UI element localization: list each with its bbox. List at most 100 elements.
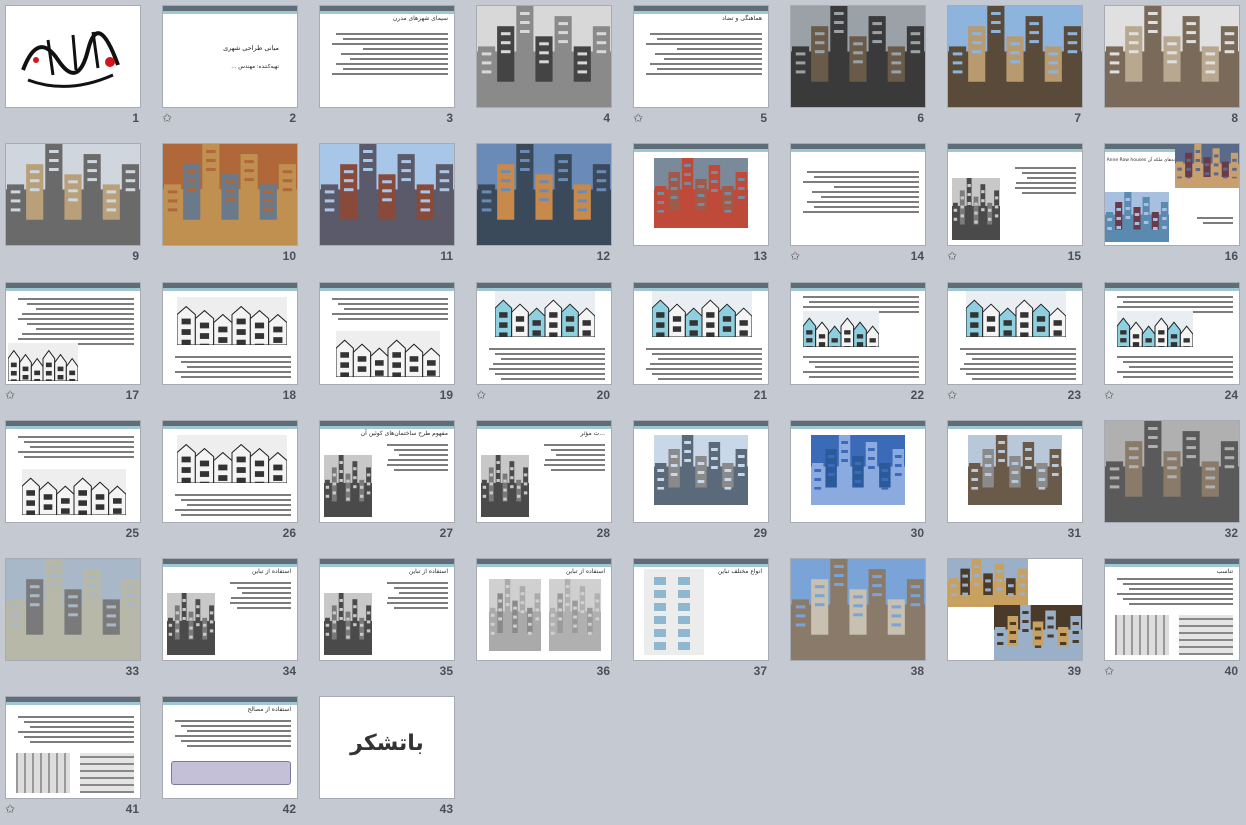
slide-preview[interactable] [162, 420, 298, 523]
slide-thumbnail-30[interactable]: 30 [790, 420, 926, 543]
slide-thumbnail-43[interactable]: باتشکر 43 [319, 696, 455, 819]
slide-thumbnail-13[interactable]: 13 [633, 143, 769, 266]
slide-thumbnail-25[interactable]: 25 [5, 420, 141, 543]
slide-preview[interactable] [476, 143, 612, 246]
slide-preview[interactable]: استفاده از تباین [476, 558, 612, 661]
slide-thumbnail-31[interactable]: 31 [947, 420, 1083, 543]
slide-preview[interactable] [476, 282, 612, 385]
slide-thumbnail-29[interactable]: 29 [633, 420, 769, 543]
slide-preview[interactable]: انواع مختلف تباین [633, 558, 769, 661]
slide-thumbnail-20[interactable]: ✩ 20 [476, 282, 612, 405]
slide-thumbnail-36[interactable]: استفاده از تباین 36 [476, 558, 612, 681]
slide-preview[interactable] [1104, 5, 1240, 108]
slide-title: سیمای شهرهای مدرن [392, 15, 448, 22]
slide-preview[interactable] [947, 558, 1083, 661]
slide-thumbnail-24[interactable]: ✩ 24 [1104, 282, 1240, 405]
slide-preview[interactable]: ...ت مؤثر [476, 420, 612, 523]
slide-thumbnail-35[interactable]: استفاده از تباین 35 [319, 558, 455, 681]
slide-transition-icon[interactable]: ✩ [476, 389, 486, 401]
slide-thumbnail-39[interactable]: 39 [947, 558, 1083, 681]
slide-preview[interactable] [1104, 282, 1240, 385]
slide-preview[interactable] [790, 282, 926, 385]
slide-preview[interactable] [633, 282, 769, 385]
slide-transition-icon[interactable]: ✩ [790, 250, 800, 262]
slide-thumbnail-7[interactable]: 7 [947, 5, 1083, 128]
slide-thumbnail-26[interactable]: 26 [162, 420, 298, 543]
slide-thumbnail-1[interactable]: 1 [5, 5, 141, 128]
slide-preview[interactable] [5, 696, 141, 799]
slide-transition-icon[interactable]: ✩ [5, 389, 15, 401]
slide-preview[interactable] [947, 5, 1083, 108]
slide-transition-icon[interactable]: ✩ [947, 389, 957, 401]
slide-transition-icon[interactable]: ✩ [1104, 389, 1114, 401]
slide-preview[interactable] [162, 143, 298, 246]
slide-number: 16 [1224, 249, 1238, 263]
slide-thumbnail-3[interactable]: سیمای شهرهای مدرن 3 [319, 5, 455, 128]
slide-thumbnail-4[interactable]: 4 [476, 5, 612, 128]
slide-preview[interactable]: مفهوم طرح ساختمان‌های کوئین آن [319, 420, 455, 523]
slide-preview[interactable]: هماهنگی و تضاد [633, 5, 769, 108]
slide-preview[interactable] [790, 143, 926, 246]
slide-photo [811, 435, 905, 505]
slide-preview[interactable] [162, 282, 298, 385]
slide-preview[interactable] [319, 143, 455, 246]
slide-preview[interactable] [633, 143, 769, 246]
slide-thumbnail-10[interactable]: 10 [162, 143, 298, 266]
slide-preview[interactable]: باتشکر [319, 696, 455, 799]
slide-thumbnail-2[interactable]: مبانی طراحی شهری تهیه‌کننده: مهندس ... ✩ 2 [162, 5, 298, 128]
slide-thumbnail-42[interactable]: استفاده از مصالح 42 [162, 696, 298, 819]
slide-preview[interactable] [790, 558, 926, 661]
slide-preview[interactable] [5, 5, 141, 108]
slide-preview[interactable]: استفاده از مصالح [162, 696, 298, 799]
slide-thumbnail-19[interactable]: 19 [319, 282, 455, 405]
slide-thumbnail-12[interactable]: 12 [476, 143, 612, 266]
slide-thumbnail-32[interactable]: 32 [1104, 420, 1240, 543]
slide-thumbnail-27[interactable]: مفهوم طرح ساختمان‌های کوئین آن 27 [319, 420, 455, 543]
slide-thumbnail-18[interactable]: 18 [162, 282, 298, 405]
slide-preview[interactable] [947, 282, 1083, 385]
slide-preview[interactable]: استفاده از تباین [162, 558, 298, 661]
slide-preview[interactable] [319, 282, 455, 385]
slide-preview[interactable]: استفاده از تباین [319, 558, 455, 661]
slide-preview[interactable] [5, 558, 141, 661]
slide-thumbnail-41[interactable]: ✩ 41 [5, 696, 141, 819]
slide-preview[interactable] [633, 420, 769, 523]
slide-thumbnail-37[interactable]: انواع مختلف تباین 37 [633, 558, 769, 681]
slide-preview[interactable]: تناسب [1104, 558, 1240, 661]
slide-thumbnail-16[interactable]: خانه‌های ملکه آن Queen Anne Row houses 16 [1104, 143, 1240, 266]
slide-thumbnail-34[interactable]: استفاده از تباین 34 [162, 558, 298, 681]
slide-thumbnail-33[interactable]: 33 [5, 558, 141, 681]
slide-preview[interactable] [790, 420, 926, 523]
slide-preview[interactable] [947, 143, 1083, 246]
slide-header-accent [163, 426, 297, 429]
slide-preview[interactable] [5, 143, 141, 246]
slide-transition-icon[interactable]: ✩ [1104, 665, 1114, 677]
slide-preview[interactable] [947, 420, 1083, 523]
slide-transition-icon[interactable]: ✩ [633, 112, 643, 124]
slide-thumbnail-15[interactable]: ✩ 15 [947, 143, 1083, 266]
slide-thumbnail-40[interactable]: تناسب ✩ 40 [1104, 558, 1240, 681]
slide-thumbnail-22[interactable]: 22 [790, 282, 926, 405]
slide-thumbnail-28[interactable]: ...ت مؤثر 28 [476, 420, 612, 543]
slide-preview[interactable] [790, 5, 926, 108]
slide-preview[interactable]: سیمای شهرهای مدرن [319, 5, 455, 108]
slide-thumbnail-38[interactable]: 38 [790, 558, 926, 681]
slide-transition-icon[interactable]: ✩ [162, 112, 172, 124]
slide-thumbnail-6[interactable]: 6 [790, 5, 926, 128]
slide-preview[interactable] [5, 282, 141, 385]
slide-thumbnail-14[interactable]: ✩ 14 [790, 143, 926, 266]
slide-thumbnail-9[interactable]: 9 [5, 143, 141, 266]
slide-preview[interactable]: خانه‌های ملکه آن Queen Anne Row houses [1104, 143, 1240, 246]
slide-thumbnail-21[interactable]: 21 [633, 282, 769, 405]
slide-preview[interactable] [1104, 420, 1240, 523]
slide-preview[interactable]: مبانی طراحی شهری تهیه‌کننده: مهندس ... [162, 5, 298, 108]
slide-transition-icon[interactable]: ✩ [5, 803, 15, 815]
slide-preview[interactable] [476, 5, 612, 108]
slide-thumbnail-11[interactable]: 11 [319, 143, 455, 266]
slide-thumbnail-23[interactable]: ✩ 23 [947, 282, 1083, 405]
slide-preview[interactable] [5, 420, 141, 523]
slide-thumbnail-5[interactable]: هماهنگی و تضاد ✩ 5 [633, 5, 769, 128]
slide-thumbnail-17[interactable]: ✩ 17 [5, 282, 141, 405]
slide-thumbnail-8[interactable]: 8 [1104, 5, 1240, 128]
slide-transition-icon[interactable]: ✩ [947, 250, 957, 262]
